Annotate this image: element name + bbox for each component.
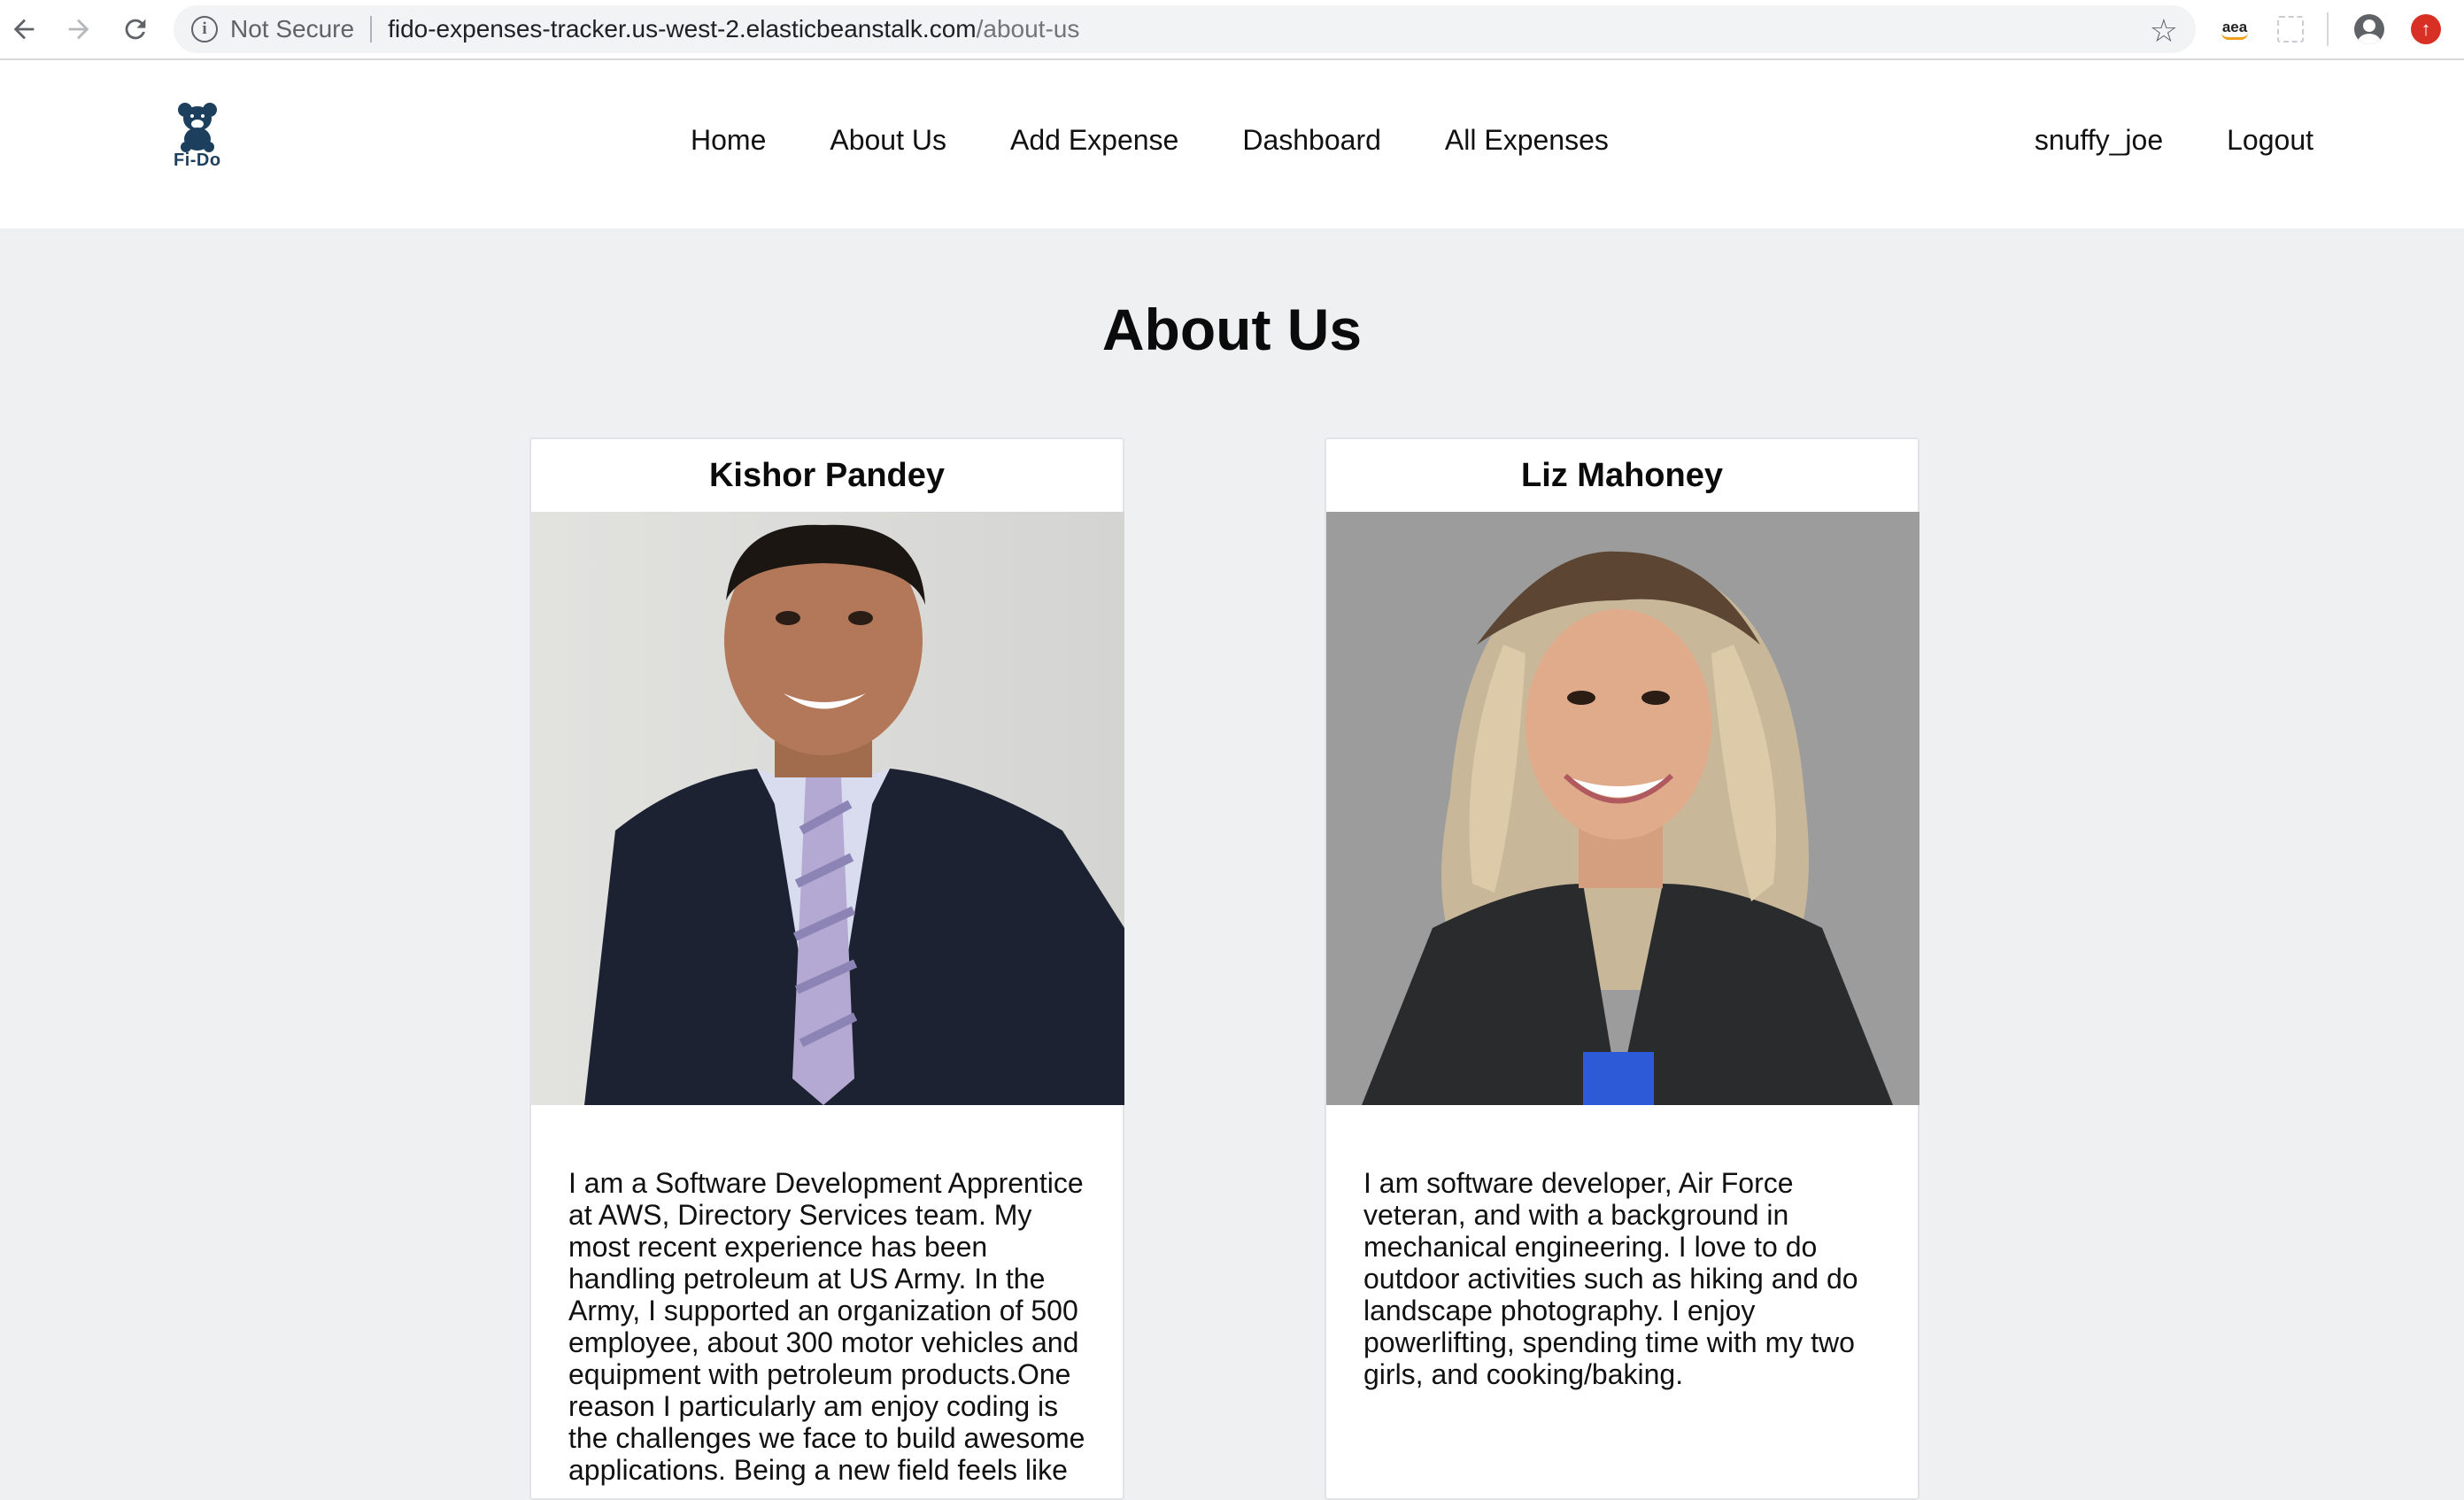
member-photo xyxy=(1326,512,1919,1105)
page-title: About Us xyxy=(1101,297,1363,362)
profile-avatar-icon xyxy=(2354,14,2384,44)
nav-all-expenses-link[interactable]: All Expenses xyxy=(1445,124,1609,157)
toolbar-divider xyxy=(2327,12,2329,46)
app-navbar: Fi-Do Home About Us Add Expense Dashboar… xyxy=(0,60,2464,228)
forward-arrow-icon xyxy=(68,19,89,40)
logout-link[interactable]: Logout xyxy=(2227,124,2313,157)
profile-button[interactable] xyxy=(2350,11,2389,48)
portrait-man-image xyxy=(531,512,1124,1105)
member-bio: I am software developer, Air Force veter… xyxy=(1363,1167,1858,1390)
username-link[interactable]: snuffy_joe xyxy=(2035,124,2163,157)
member-name: Kishor Pandey xyxy=(708,456,946,494)
url-path: /about-us xyxy=(976,15,1080,43)
extension-placeholder[interactable] xyxy=(2272,11,2309,48)
main-menu: Home About Us Add Expense Dashboard All … xyxy=(691,124,1672,157)
team-member-card: Liz Mahoney I am software developer, Air… xyxy=(1325,437,1919,1500)
logo-text: Fi-Do xyxy=(174,151,221,170)
address-separator xyxy=(370,16,373,43)
back-button[interactable] xyxy=(4,9,44,50)
member-bio: I am a Software Development Apprentice a… xyxy=(568,1167,1085,1486)
browser-toolbar: i Not Secure fido-expenses-tracker.us-we… xyxy=(0,0,2464,60)
member-photo xyxy=(531,512,1124,1105)
reload-icon xyxy=(125,19,146,40)
forward-button[interactable] xyxy=(58,9,99,50)
nav-home-link[interactable]: Home xyxy=(691,124,766,157)
team-member-card: Kishor Pandey I am a Software Developmen… xyxy=(529,437,1124,1500)
member-name: Liz Mahoney xyxy=(1520,456,1724,494)
address-bar[interactable]: i Not Secure fido-expenses-tracker.us-we… xyxy=(174,5,2196,53)
fido-logo[interactable]: Fi-Do xyxy=(174,101,221,171)
amazon-smile-icon xyxy=(2221,33,2248,40)
portrait-woman-image xyxy=(1326,512,1919,1105)
amazon-assistant-extension[interactable]: aea xyxy=(2213,11,2256,48)
url-host: fido-expenses-tracker.us-west-2.elasticb… xyxy=(388,15,977,43)
info-icon[interactable]: i xyxy=(191,16,218,43)
update-button[interactable]: ↑ xyxy=(2406,11,2445,48)
teddy-bear-logo-icon xyxy=(177,103,217,152)
nav-add-expense-link[interactable]: Add Expense xyxy=(1010,124,1178,157)
nav-about-us-link[interactable]: About Us xyxy=(830,124,946,157)
bookmark-star-icon[interactable]: ☆ xyxy=(2150,12,2178,50)
security-label: Not Secure xyxy=(230,15,355,43)
nav-dashboard-link[interactable]: Dashboard xyxy=(1242,124,1381,157)
user-menu: snuffy_joe Logout xyxy=(1971,124,2313,157)
back-arrow-icon xyxy=(13,19,35,40)
puzzle-extension-icon xyxy=(2277,16,2304,43)
reload-button[interactable] xyxy=(115,9,156,50)
update-arrow-icon: ↑ xyxy=(2411,14,2441,44)
